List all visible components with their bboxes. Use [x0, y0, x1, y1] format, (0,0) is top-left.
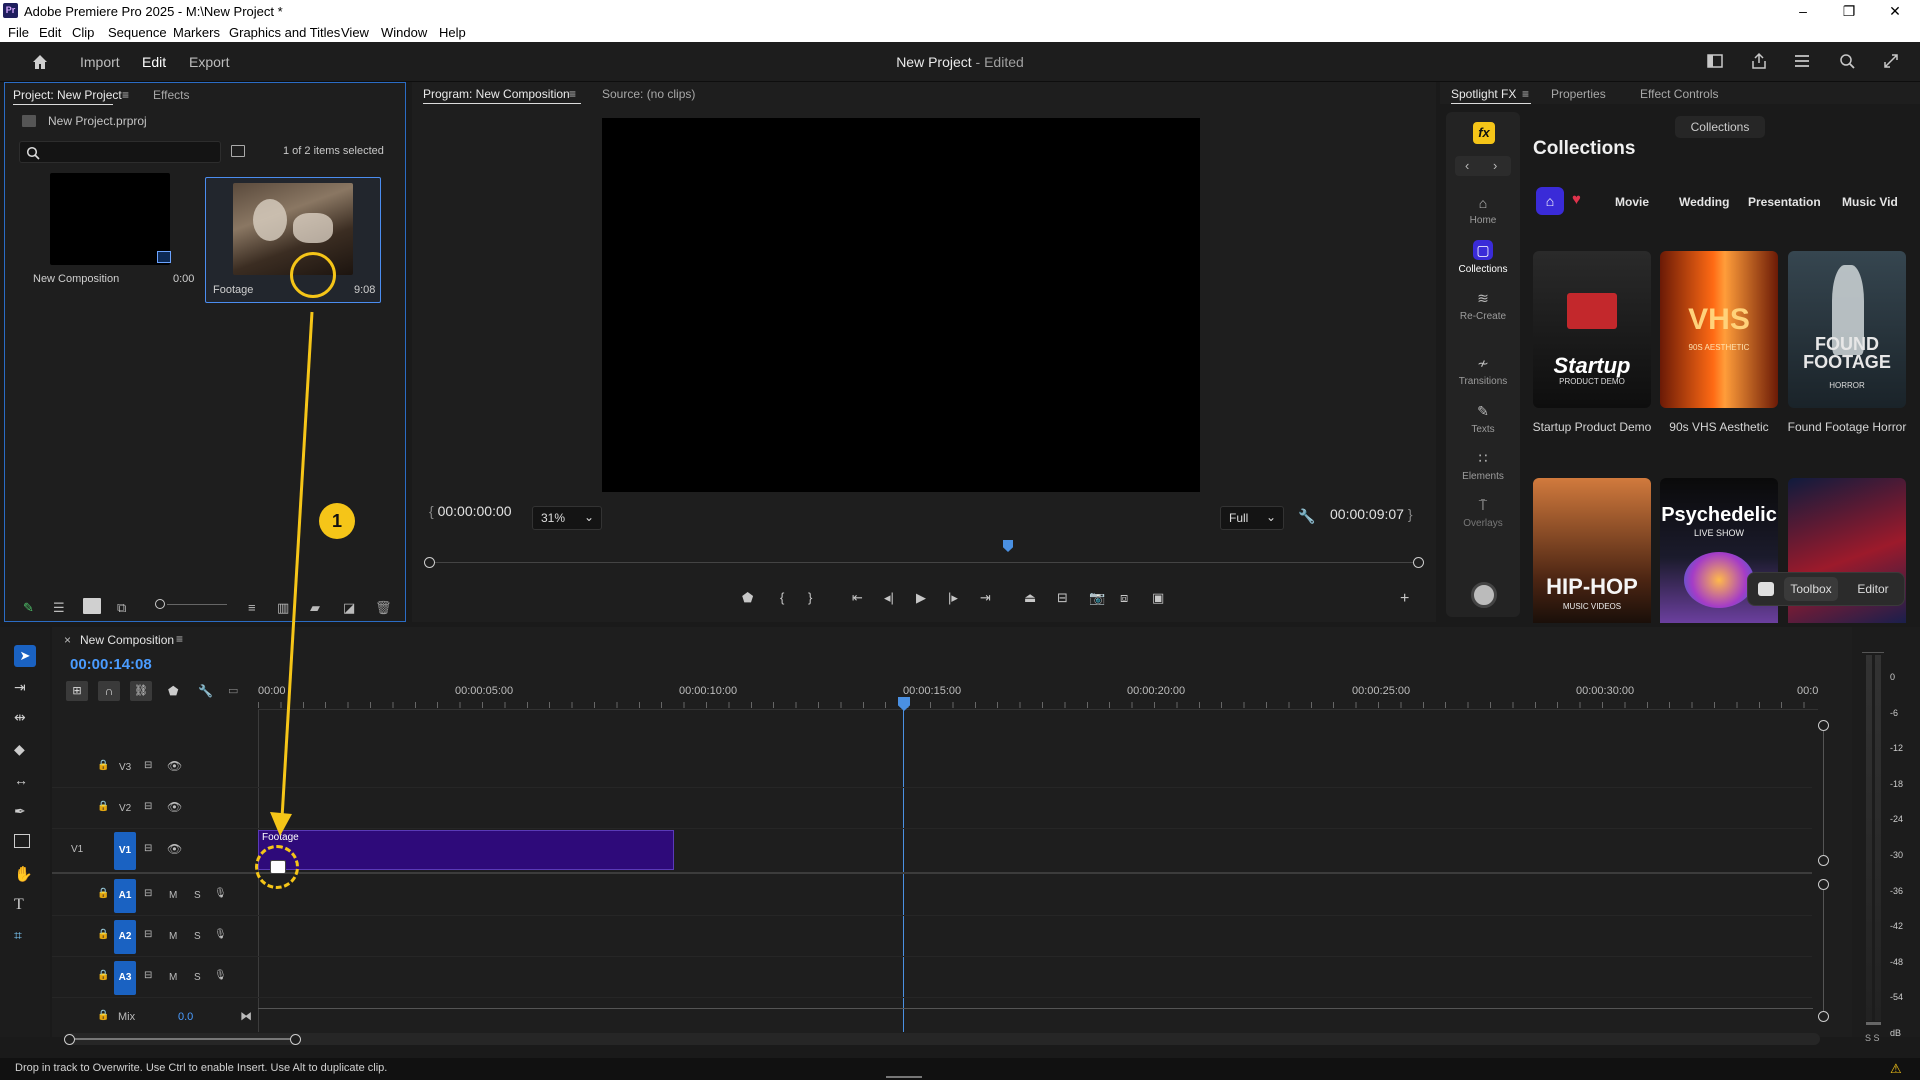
status-resize-grip[interactable]: [886, 1076, 922, 1078]
audio-meter-panel: S S: [1852, 627, 1920, 1043]
meter-label: -24: [1890, 814, 1904, 825]
meter-peak: [1866, 1022, 1881, 1025]
meter-label: -12: [1890, 743, 1904, 754]
meter-label: 0: [1890, 672, 1896, 682]
status-bar: Drop in track to Overwrite. Use Ctrl to …: [0, 1058, 1920, 1080]
video-scroll-top-handle[interactable]: [1818, 720, 1829, 731]
video-scroll-track[interactable]: [1823, 731, 1824, 855]
meter-label: -18: [1890, 778, 1904, 789]
meter-label: dB: [1890, 1027, 1902, 1038]
meter-label: -48: [1890, 956, 1904, 967]
meter-bar-left: [1866, 655, 1872, 1021]
meter-label: -6: [1890, 707, 1899, 718]
timeline-horizontal-scrollbar[interactable]: [64, 1033, 1820, 1045]
meter-label: -54: [1890, 992, 1904, 1003]
scroll-end-handle[interactable]: [290, 1034, 301, 1045]
scroll-thumb[interactable]: [75, 1038, 295, 1040]
audio-scroll-top-handle[interactable]: [1818, 879, 1829, 890]
meter-label: -30: [1890, 849, 1904, 860]
status-message: Drop in track to Overwrite. Use Ctrl to …: [15, 1062, 388, 1074]
meter-label: -42: [1890, 921, 1904, 932]
scroll-start-handle[interactable]: [64, 1034, 75, 1045]
meter-solo-buttons[interactable]: S S: [1865, 1033, 1880, 1043]
drag-annotation-arrow: [270, 311, 314, 836]
audio-scroll-bottom-handle[interactable]: [1818, 1011, 1829, 1022]
meter-scale: 0 -6 -12 -18 -24 -30 -36 -42 -48 -54 dB: [1890, 660, 1903, 1052]
meter-bar-right: [1875, 655, 1881, 1021]
meter-label: -36: [1890, 885, 1904, 896]
video-scroll-bottom-handle[interactable]: [1818, 855, 1829, 866]
warning-icon[interactable]: ⚠: [1890, 1061, 1902, 1077]
audio-scroll-track[interactable]: [1823, 890, 1824, 1011]
